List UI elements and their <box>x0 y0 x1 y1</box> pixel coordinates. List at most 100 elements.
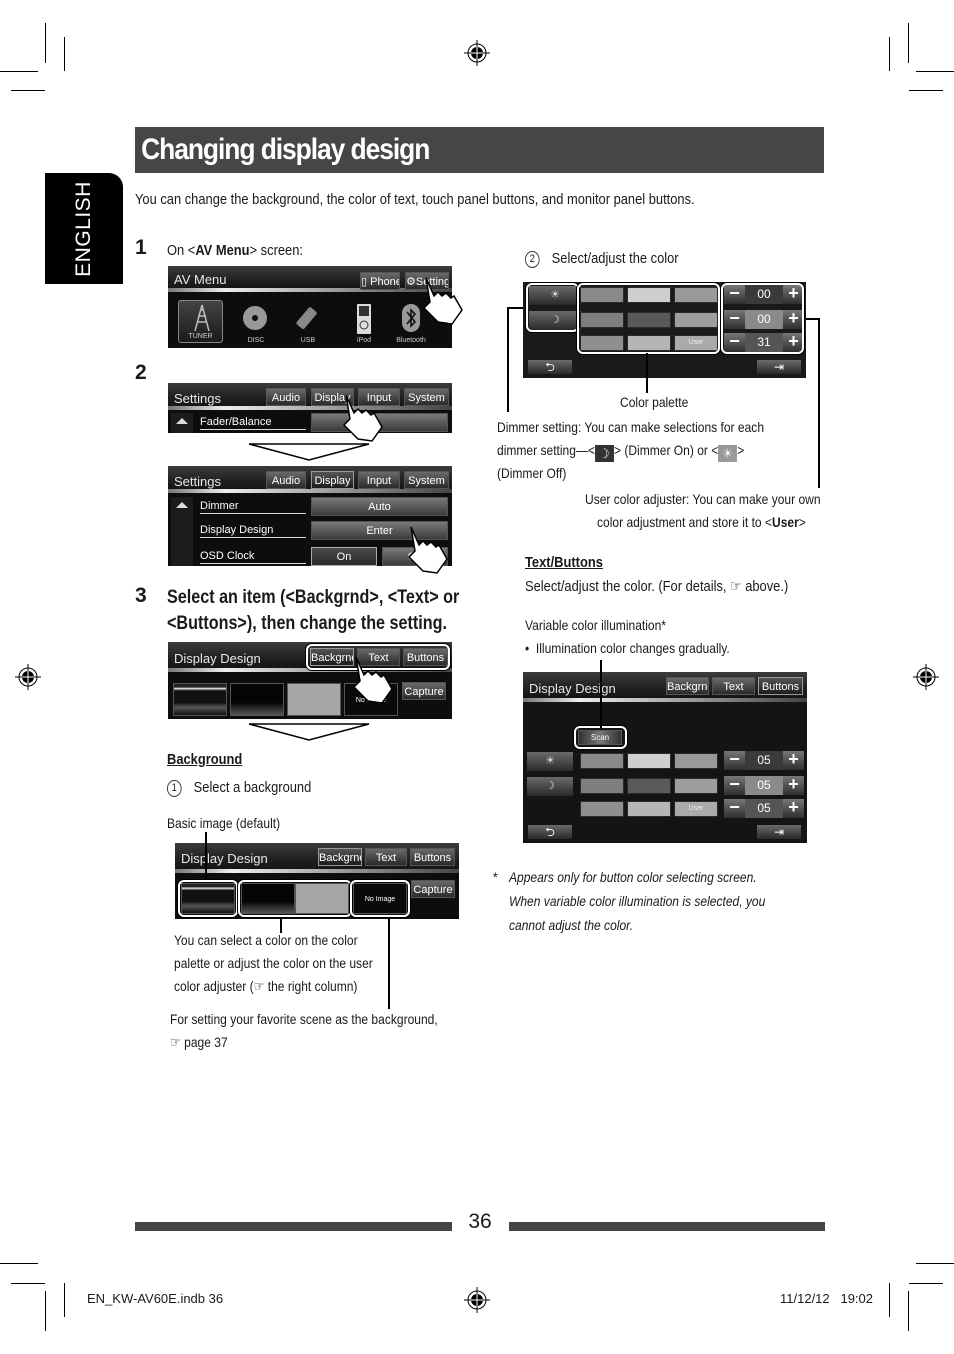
step3-heading-line2: <Buttons>), then change the setting. <box>167 613 447 634</box>
language-label: ENGLISH <box>72 180 95 277</box>
palette-outline <box>577 283 720 354</box>
pointing-hand-icon <box>352 656 393 704</box>
stepper-value: 05 <box>745 776 783 795</box>
screen-title: Display Design <box>529 681 616 696</box>
scene-note-line: ☞ page 37 <box>170 1034 228 1050</box>
step3-heading-line1: Select an item (<Backgrnd>, <Text> or <box>167 587 460 608</box>
palette-color[interactable] <box>627 778 671 794</box>
decrement-button[interactable]: − <box>724 750 745 770</box>
slug-filename: EN_KW-AV60E.indb 36 <box>87 1291 224 1306</box>
footnote-line: When variable color illumination is sele… <box>509 893 766 909</box>
dimmer-note-line2: dimmer setting—< ☽ > (Dimmer On) or < ☀ > <box>497 442 745 462</box>
pointing-hand-icon <box>407 526 448 574</box>
phone-button[interactable]: ▯ Phone <box>360 272 400 290</box>
tab-backgrnd[interactable]: Backgrnd <box>318 848 362 866</box>
display-design-screen: Display Design Backgrnd Text Buttons No … <box>168 642 452 719</box>
exit-button[interactable]: ⇥ <box>757 360 801 374</box>
palette-color[interactable] <box>627 801 671 817</box>
disc-icon <box>243 306 267 330</box>
palette-color[interactable] <box>580 753 624 769</box>
background-option-gray[interactable] <box>287 683 341 716</box>
dimmer-note-line3: (Dimmer Off) <box>497 465 567 481</box>
back-button[interactable]: ⮌ <box>528 825 572 839</box>
background-heading: Background <box>167 751 243 768</box>
increment-button[interactable]: + <box>783 750 804 770</box>
scroll-up-button[interactable] <box>171 497 193 566</box>
registration-mark-icon <box>15 664 41 690</box>
footnote-line: Appears only for button color selecting … <box>509 869 757 885</box>
page-title-bar: Changing display design <box>135 127 824 173</box>
registration-mark-icon <box>464 40 490 66</box>
decrement-button[interactable]: − <box>724 775 745 795</box>
tab-backgrnd[interactable]: Backgrnd <box>666 677 709 695</box>
tab-audio[interactable]: Audio <box>266 471 306 489</box>
down-arrow-icon <box>248 443 370 461</box>
background-select-screen: Display Design Backgrnd Text Buttons No … <box>175 843 459 919</box>
palette-color[interactable] <box>674 778 718 794</box>
tab-text[interactable]: Text <box>712 677 755 695</box>
color-note-line: You can select a color on the color <box>174 932 358 948</box>
footer-rule-left <box>135 1222 452 1231</box>
bluetooth-icon <box>402 304 420 332</box>
osd-clock-on-button[interactable]: On <box>311 547 377 566</box>
palette-color[interactable] <box>580 778 624 794</box>
intro-text: You can change the background, the color… <box>135 191 695 208</box>
tab-audio[interactable]: Audio <box>266 388 306 406</box>
source-ipod[interactable]: iPod <box>346 302 382 344</box>
user-note-line2: color adjustment and store it to <User> <box>597 514 806 530</box>
palette-color[interactable] <box>580 801 624 817</box>
source-disc[interactable]: DISC <box>238 302 274 344</box>
tower-icon <box>194 304 210 332</box>
tab-buttons[interactable]: Buttons <box>410 848 455 866</box>
tab-buttons[interactable]: Buttons <box>758 677 803 695</box>
down-arrow-icon <box>248 723 370 741</box>
pointing-hand-icon <box>422 277 463 325</box>
source-usb[interactable]: USB <box>290 302 326 344</box>
tab-display[interactable]: Display <box>311 471 354 489</box>
capture-button[interactable]: Capture <box>402 682 446 700</box>
callout-line <box>818 318 820 488</box>
palette-label: Color palette <box>620 394 689 410</box>
callout-line <box>388 917 390 1009</box>
back-button[interactable]: ⮌ <box>528 360 572 374</box>
text-buttons-heading: Text/Buttons <box>525 554 603 571</box>
text-buttons-desc: Select/adjust the color. (For details, ☞… <box>525 578 789 595</box>
scene-note-line: For setting your favorite scene as the b… <box>170 1011 438 1027</box>
footnote-mark: * <box>493 869 498 885</box>
palette-color[interactable] <box>627 753 671 769</box>
tab-system[interactable]: System <box>404 388 449 406</box>
row-label: Fader/Balance <box>200 416 306 430</box>
scroll-up-button[interactable] <box>171 413 193 433</box>
callout-line <box>205 832 207 880</box>
palette-user-color[interactable]: User <box>674 801 718 817</box>
dimmer-on-button[interactable]: ☽ <box>527 777 573 796</box>
color-note-line: palette or adjust the color on the user <box>174 955 373 971</box>
dimmer-value-button[interactable]: Auto <box>311 497 448 516</box>
callout-line <box>507 307 509 412</box>
sun-icon: ☀ <box>718 445 738 462</box>
source-tuner[interactable]: TUNER <box>178 300 223 343</box>
palette-color[interactable] <box>674 753 718 769</box>
callout-line <box>646 353 648 393</box>
stepper-value: 05 <box>745 751 783 770</box>
background-option-basic[interactable] <box>173 683 227 716</box>
increment-button[interactable]: + <box>783 775 804 795</box>
color-options-outline <box>238 880 352 917</box>
tab-input[interactable]: Input <box>358 471 400 489</box>
language-tab: ENGLISH <box>45 173 123 284</box>
step-number: 3 <box>135 584 147 607</box>
capture-button[interactable]: Capture <box>411 880 455 898</box>
step-number: 1 <box>135 236 147 259</box>
dimmer-off-button[interactable]: ☀ <box>527 752 573 771</box>
moon-icon: ☽ <box>595 445 614 462</box>
screen-title: Settings <box>174 391 221 406</box>
exit-button[interactable]: ⇥ <box>757 825 801 839</box>
tab-text[interactable]: Text <box>365 848 407 866</box>
tab-system[interactable]: System <box>404 471 449 489</box>
increment-button[interactable]: + <box>783 798 804 818</box>
slug-timestamp: 11/12/12 19:02 <box>780 1291 874 1306</box>
decrement-button[interactable]: − <box>724 798 745 818</box>
user-note-line1: User color adjuster: You can make your o… <box>585 491 821 507</box>
background-option-dark[interactable] <box>230 683 284 716</box>
stepper-value: 05 <box>745 799 783 818</box>
